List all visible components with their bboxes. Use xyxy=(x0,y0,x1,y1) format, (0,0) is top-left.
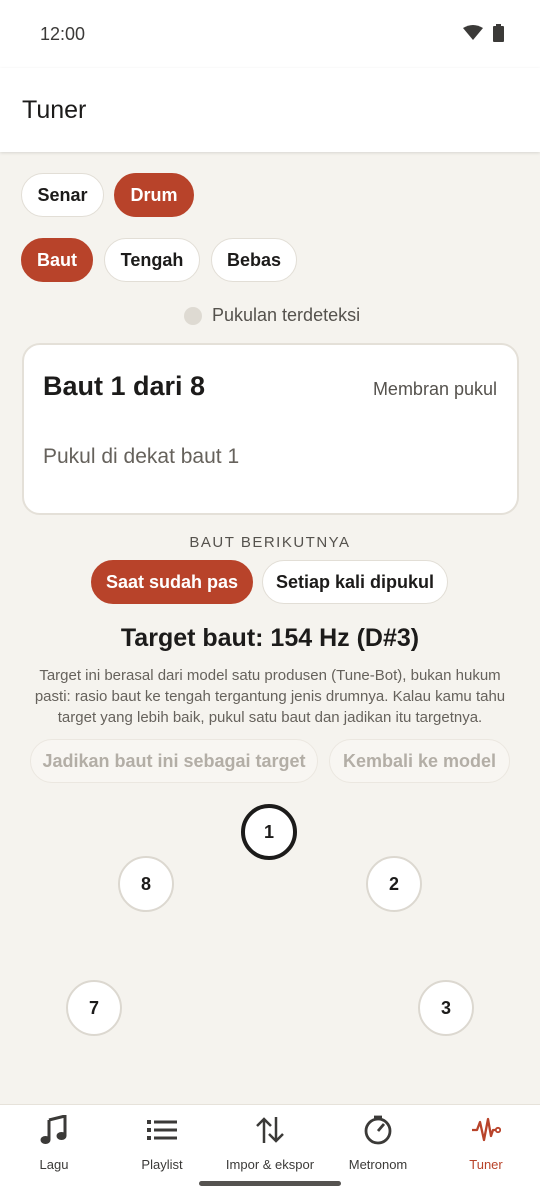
bolt-8[interactable]: 8 xyxy=(118,856,174,912)
mode-tengah[interactable]: Tengah xyxy=(104,238,200,282)
music-note-icon xyxy=(37,1113,71,1147)
status-bar: 12:00 xyxy=(0,0,540,68)
tab-drum[interactable]: Drum xyxy=(114,173,194,217)
nav-label-impor-ekspor: Impor & ekspor xyxy=(225,1157,315,1172)
hit-detection-indicator: Pukulan terdeteksi xyxy=(184,305,360,326)
set-target-button[interactable]: Jadikan baut ini sebagai target xyxy=(30,739,318,783)
mode-bebas[interactable]: Bebas xyxy=(211,238,297,282)
target-note: Target ini berasal dari model satu produ… xyxy=(34,667,506,726)
status-time: 12:00 xyxy=(40,24,86,44)
next-when-tuned-button[interactable]: Saat sudah pas xyxy=(91,560,253,604)
bolt-1[interactable]: 1 xyxy=(241,804,297,860)
app-bar: Tuner xyxy=(0,68,540,152)
home-indicator xyxy=(199,1181,341,1186)
mode-baut[interactable]: Baut xyxy=(21,238,93,282)
detection-label: Pukulan terdeteksi xyxy=(212,305,361,325)
tab-senar[interactable]: Senar xyxy=(21,173,104,217)
wifi-icon xyxy=(463,25,483,40)
nav-playlist[interactable]: Playlist xyxy=(108,1105,216,1185)
nav-tuner[interactable]: Tuner xyxy=(432,1105,540,1185)
bolt-2[interactable]: 2 xyxy=(366,856,422,912)
next-bolt-label: BAUT BERIKUTNYA xyxy=(189,534,351,551)
page-title: Tuner xyxy=(22,96,87,124)
metronome-icon xyxy=(361,1113,395,1147)
list-icon xyxy=(145,1113,179,1147)
detection-dot xyxy=(184,306,202,325)
next-every-hit-button[interactable]: Setiap kali dipukul xyxy=(262,560,448,604)
bolt-card-title: Baut 1 dari 8 xyxy=(43,371,206,401)
nav-lagu[interactable]: Lagu xyxy=(0,1105,108,1185)
waveform-icon xyxy=(469,1113,503,1147)
nav-metronom[interactable]: Metronom xyxy=(324,1105,432,1185)
swap-vertical-icon xyxy=(253,1113,287,1147)
bolt-7[interactable]: 7 xyxy=(66,980,122,1036)
target-title: Target baut: 154 Hz (D#3) xyxy=(120,624,420,652)
status-icons xyxy=(463,24,504,42)
battery-icon xyxy=(493,24,504,42)
nav-label-tuner: Tuner xyxy=(469,1157,503,1172)
bolt-3[interactable]: 3 xyxy=(418,980,474,1036)
nav-impor-ekspor[interactable]: Impor & ekspor xyxy=(216,1105,324,1185)
bolt-card-hint: Pukul di dekat baut 1 xyxy=(43,445,240,468)
nav-label-metronom: Metronom xyxy=(348,1157,408,1172)
bolt-card-side: Membran pukul xyxy=(372,379,497,399)
nav-label-playlist: Playlist xyxy=(141,1157,183,1172)
bolt-card: Baut 1 dari 8 Membran pukul Pukul di dek… xyxy=(22,343,519,515)
nav-label-lagu: Lagu xyxy=(39,1157,69,1172)
reset-model-button[interactable]: Kembali ke model xyxy=(329,739,510,783)
